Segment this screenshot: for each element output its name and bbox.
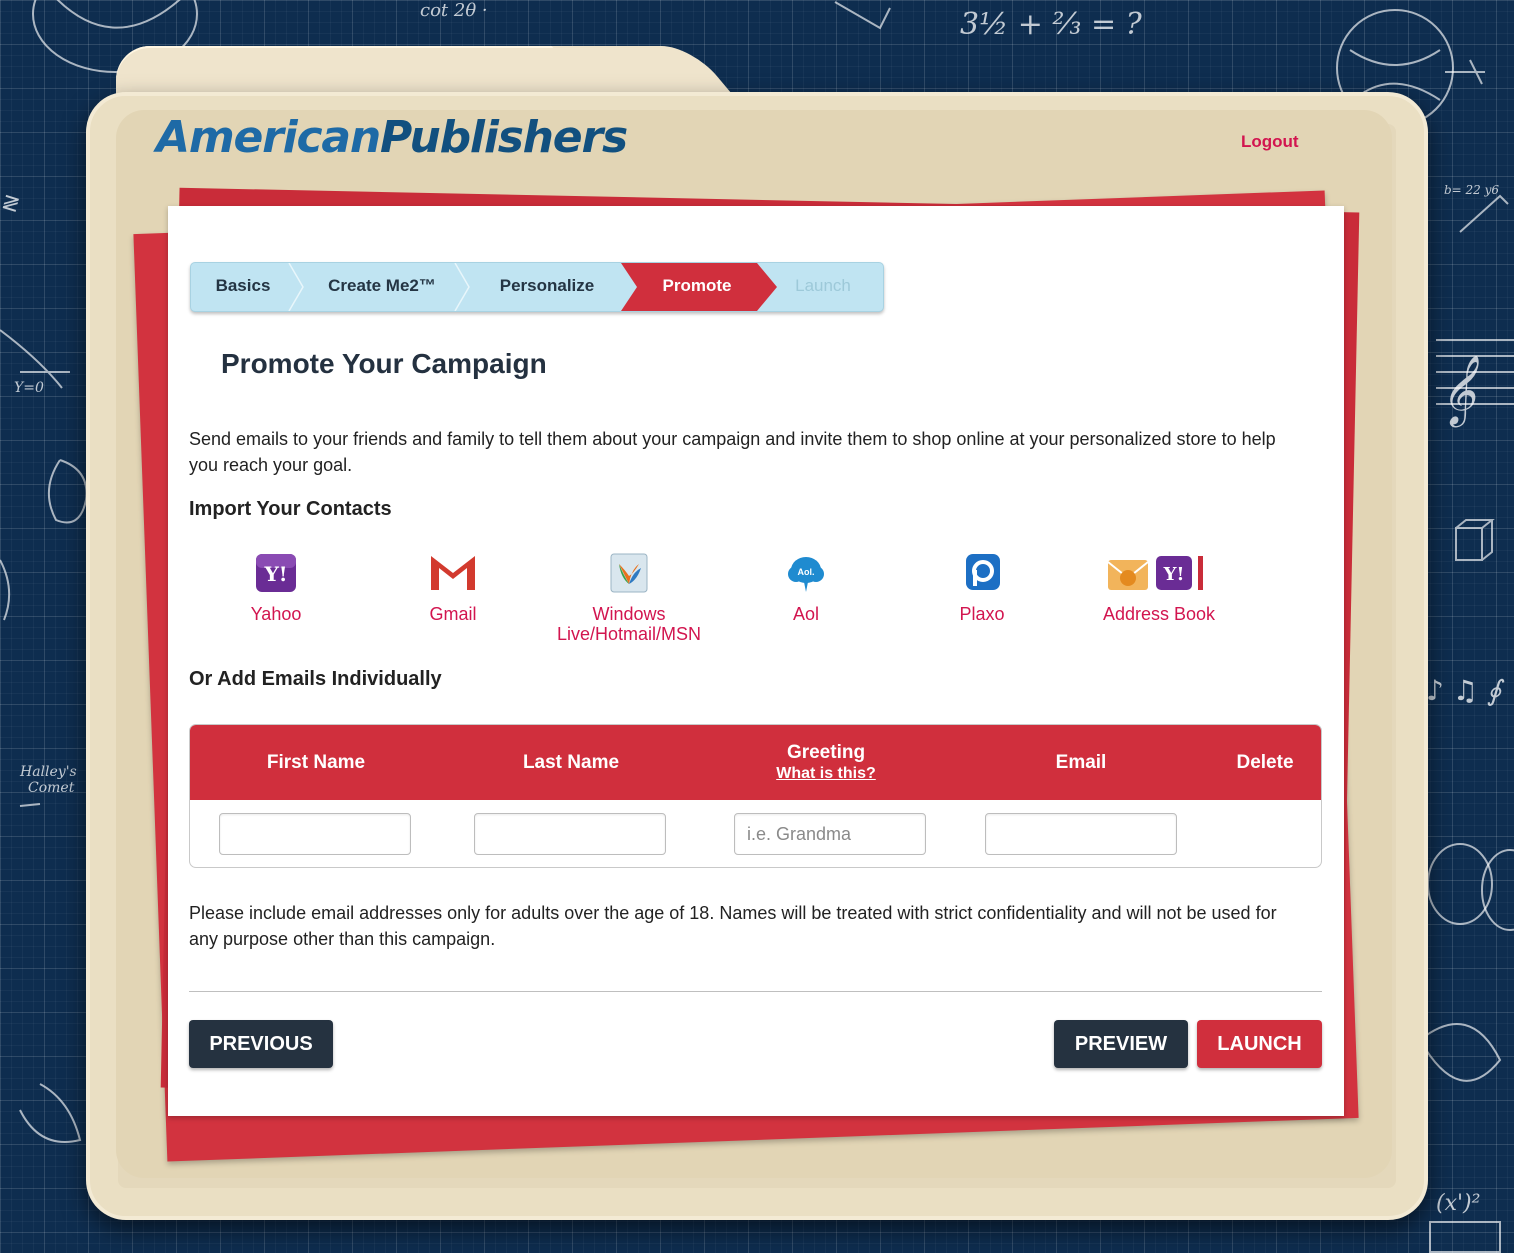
import-heading: Import Your Contacts <box>189 498 392 520</box>
step-basics[interactable]: Basics <box>191 263 295 311</box>
step-promote[interactable]: Promote <box>631 263 763 311</box>
address-book-icon: Y! <box>1107 556 1203 590</box>
table-header: First Name Last Name Greeting What is th… <box>190 725 1321 800</box>
provider-windows-live-label: Windows Live/Hotmail/MSN <box>556 604 702 644</box>
svg-text:Aol.: Aol. <box>798 567 815 577</box>
intro-text: Send emails to your friends and family t… <box>189 429 1276 475</box>
step-create-me2[interactable]: Create Me2™ <box>301 263 463 311</box>
provider-aol-label: Aol <box>792 604 819 624</box>
provider-gmail-label: Gmail <box>429 604 477 624</box>
preview-button[interactable]: PREVIEW <box>1054 1020 1188 1068</box>
column-first-name: First Name <box>266 751 366 773</box>
brand-logo[interactable]: AmericanPublishers <box>156 112 628 163</box>
brand-name-part1: American <box>156 112 381 163</box>
provider-address-book[interactable]: Y! Address Book <box>1059 548 1259 624</box>
launch-button[interactable]: LAUNCH <box>1197 1020 1322 1068</box>
logout-link[interactable]: Logout <box>1241 132 1299 152</box>
provider-gmail[interactable]: Gmail <box>353 548 553 624</box>
provider-plaxo-label: Plaxo <box>959 604 1005 624</box>
provider-aol[interactable]: Aol. Aol <box>706 548 906 624</box>
provider-windows-live[interactable]: Windows Live/Hotmail/MSN <box>529 548 729 644</box>
individual-heading: Or Add Emails Individually <box>189 668 442 690</box>
column-greeting: Greeting What is this? <box>730 725 922 800</box>
previous-button[interactable]: PREVIOUS <box>189 1020 333 1068</box>
progress-stepper: Basics Create Me2™ Personalize Promote L… <box>190 262 884 312</box>
column-email: Email <box>1055 751 1107 773</box>
gmail-icon <box>431 556 475 590</box>
greeting-help-link[interactable]: What is this? <box>776 765 876 783</box>
column-last-name: Last Name <box>522 751 620 773</box>
column-delete: Delete <box>1236 751 1294 773</box>
greeting-input[interactable] <box>734 813 926 855</box>
plaxo-icon <box>966 554 1000 590</box>
last-name-input[interactable] <box>474 813 666 855</box>
disclaimer-text: Please include email addresses only for … <box>189 903 1277 949</box>
page-title: Promote Your Campaign <box>221 348 547 379</box>
aol-icon: Aol. <box>788 557 824 592</box>
email-input[interactable] <box>985 813 1177 855</box>
provider-address-book-label: Address Book <box>1102 604 1216 624</box>
svg-text:Y!: Y! <box>1163 564 1185 585</box>
svg-text:Y!: Y! <box>263 562 287 586</box>
content-paper <box>168 206 1344 1116</box>
step-launch: Launch <box>795 276 851 295</box>
brand-name-part2: Publishers <box>380 112 628 163</box>
yahoo-icon: Y! <box>256 554 296 592</box>
step-personalize[interactable]: Personalize <box>471 263 623 311</box>
provider-yahoo[interactable]: Y! Yahoo <box>176 548 376 624</box>
provider-plaxo[interactable]: Plaxo <box>882 548 1082 624</box>
first-name-input[interactable] <box>219 813 411 855</box>
divider <box>189 991 1322 992</box>
provider-yahoo-label: Yahoo <box>250 604 302 624</box>
contacts-table: First Name Last Name Greeting What is th… <box>189 724 1322 868</box>
column-greeting-label: Greeting <box>786 742 866 763</box>
windows-live-icon <box>610 553 648 593</box>
